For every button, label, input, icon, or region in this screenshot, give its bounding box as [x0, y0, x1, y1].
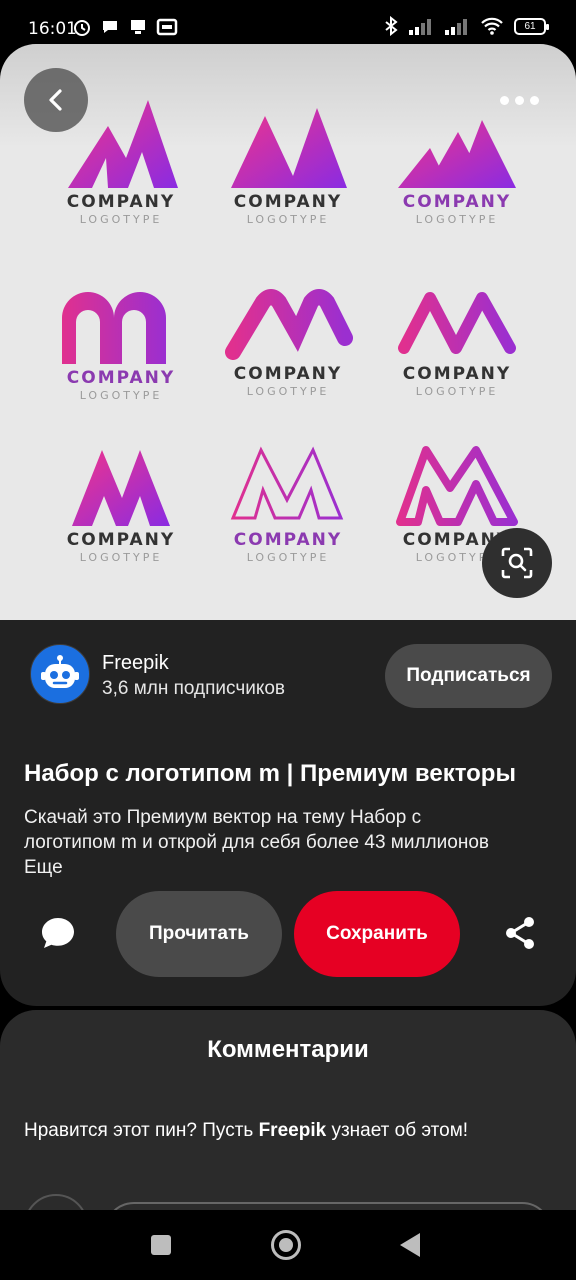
comment-icon[interactable]: [40, 915, 76, 956]
signal-icon-2: [445, 19, 467, 35]
share-icon[interactable]: [502, 915, 538, 956]
logo-mark: [396, 446, 518, 526]
wifi-icon: [481, 17, 503, 35]
pin-description: Скачай это Премиум вектор на тему Набор …: [24, 805, 554, 880]
logo-item: COMPANY LOGOTYPE: [203, 444, 373, 604]
subscribe-button[interactable]: Подписаться: [385, 644, 552, 708]
avatar[interactable]: [30, 644, 90, 704]
logo-mark: [225, 289, 353, 360]
logo-item: COMPANY LOGOTYPE: [372, 106, 542, 266]
back-button[interactable]: [24, 68, 88, 132]
author-name[interactable]: Freepik: [102, 652, 169, 675]
alarm-icon: [74, 20, 90, 36]
more-options-icon[interactable]: [500, 90, 540, 110]
logo-item: COMPANY LOGOTYPE: [203, 288, 373, 448]
logo-mark: [398, 120, 516, 188]
navigation-bar: [0, 1210, 576, 1280]
logo-mark: [398, 292, 516, 354]
bluetooth-icon: [385, 16, 398, 36]
logo-mark: [230, 446, 344, 520]
author-subscribers: 3,6 млн подписчиков: [102, 678, 286, 699]
logo-item: COMPANY LOGOTYPE: [203, 96, 373, 256]
screen-icon: [156, 18, 178, 36]
save-button[interactable]: Сохранить: [294, 891, 460, 977]
status-bar: 16:01 61: [0, 0, 576, 44]
recents-button[interactable]: [151, 1235, 171, 1255]
signal-icon: [409, 19, 431, 35]
home-button[interactable]: [271, 1230, 301, 1260]
logo-item: COMPANY LOGOTYPE: [36, 444, 206, 604]
keyboard-icon: [131, 20, 145, 34]
visual-search-button[interactable]: [482, 528, 552, 598]
pin-card: COMPANY LOGOTYPE COMPANY LOGOTYPE COMPAN…: [0, 44, 576, 1006]
logo-mark: [72, 450, 170, 526]
battery-icon: 61: [514, 17, 549, 35]
chevron-left-icon: [49, 89, 62, 111]
chat-bubble-icon: [103, 21, 117, 33]
logo-item: COMPANY LOGOTYPE: [372, 288, 542, 448]
read-button[interactable]: Прочитать: [116, 891, 282, 977]
more-link[interactable]: Еще: [24, 855, 554, 880]
logo-item: COMPANY LOGOTYPE: [36, 288, 206, 448]
comments-prompt-author: Freepik: [258, 1120, 327, 1141]
back-nav-button[interactable]: [400, 1233, 420, 1257]
freepik-logo-icon: [41, 655, 79, 688]
comments-title: Комментарии: [207, 1036, 369, 1063]
logo-mark: [231, 108, 347, 188]
pin-title: Набор с логотипом m | Премиум векторы: [24, 760, 516, 787]
action-bar: Прочитать Сохранить: [0, 889, 576, 979]
logo-mark: [62, 292, 166, 364]
lens-search-icon: [501, 547, 533, 579]
pin-image[interactable]: COMPANY LOGOTYPE COMPANY LOGOTYPE COMPAN…: [0, 44, 576, 620]
status-time: 16:01: [28, 19, 77, 39]
comments-prompt: Нравится этот пин? Пусть Freepik узнает …: [24, 1120, 469, 1141]
